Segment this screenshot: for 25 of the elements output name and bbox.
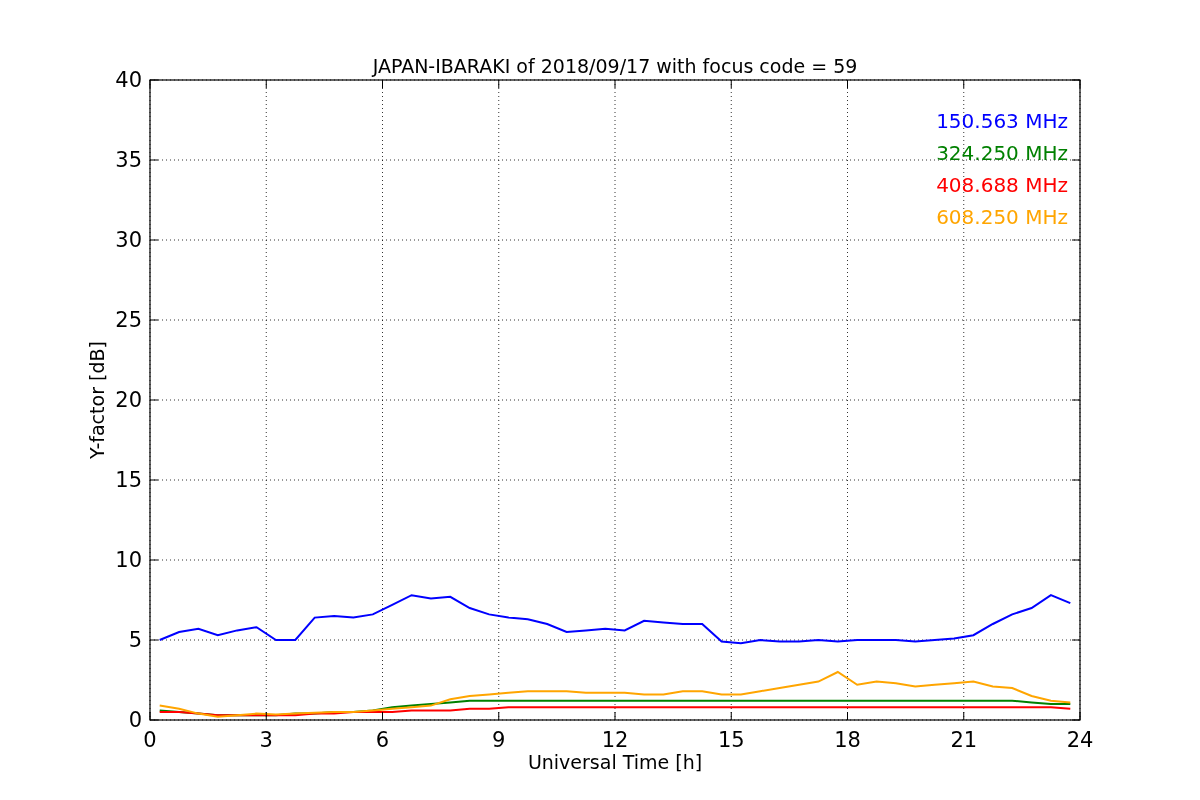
- x-tick-label: 24: [1066, 728, 1094, 752]
- chart-title: JAPAN-IBARAKI of 2018/09/17 with focus code = 59: [372, 55, 858, 77]
- x-tick-label: 12: [601, 728, 629, 752]
- y-tick-label: 35: [115, 148, 142, 172]
- y-tick-label: 0: [128, 708, 142, 732]
- x-tick-label: 18: [834, 728, 861, 752]
- y-axis-label: Y-factor [dB]: [86, 341, 108, 459]
- y-tick-label: 20: [115, 388, 142, 412]
- x-tick-label: 9: [492, 728, 506, 752]
- y-tick-label: 10: [115, 548, 142, 572]
- legend-label: 608.250 MHz: [936, 205, 1068, 229]
- x-tick-label: 15: [717, 728, 745, 752]
- y-tick-label: 40: [115, 68, 142, 92]
- legend-label: 408.688 MHz: [936, 173, 1068, 197]
- y-tick-label: 5: [128, 628, 142, 652]
- x-tick-label: 0: [143, 728, 157, 752]
- y-tick-label: 15: [115, 468, 142, 492]
- legend-label: 324.250 MHz: [936, 141, 1068, 165]
- x-tick-label: 3: [259, 728, 273, 752]
- legend-label: 150.563 MHz: [936, 109, 1068, 133]
- x-tick-label: 21: [950, 728, 978, 752]
- y-tick-label: 30: [115, 228, 142, 252]
- x-axis-label: Universal Time [h]: [527, 751, 703, 773]
- x-tick-label: 6: [375, 728, 390, 752]
- y-tick-label: 25: [115, 308, 142, 332]
